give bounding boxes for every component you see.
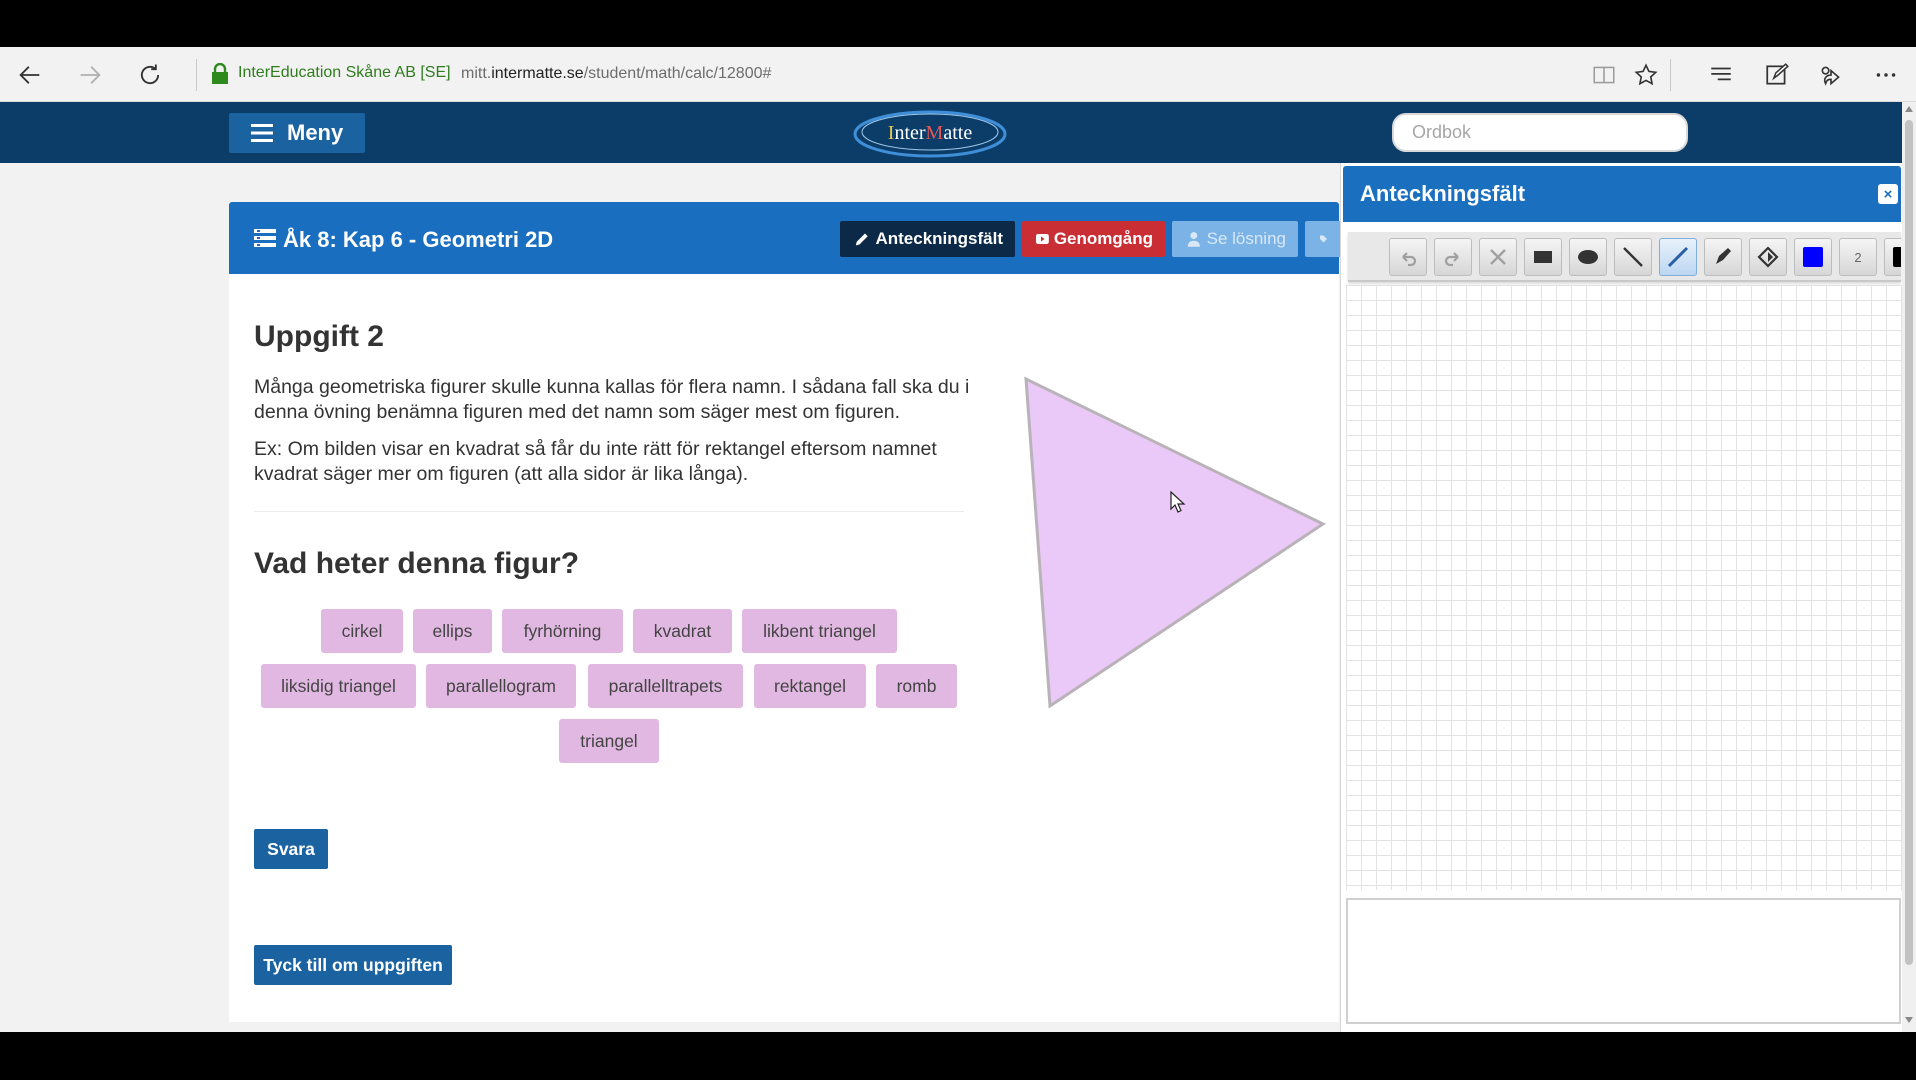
- notes-textarea[interactable]: [1346, 898, 1901, 1024]
- address-bar[interactable]: mitt.intermatte.se/student/math/calc/128…: [461, 65, 771, 83]
- answer-button[interactable]: Svara: [254, 829, 328, 869]
- notes-button-label: Anteckningsfält: [875, 229, 1003, 248]
- line-icon[interactable]: [1614, 238, 1652, 276]
- toolbar-handle: [1353, 238, 1377, 276]
- address-divider: [196, 59, 197, 91]
- back-icon[interactable]: [12, 57, 48, 93]
- rectangle-icon[interactable]: [1524, 238, 1562, 276]
- screen: InterEducation Skåne AB [SE] mitt.interm…: [0, 0, 1916, 1080]
- hamburger-icon: [251, 124, 273, 142]
- task-list-icon: [254, 229, 276, 247]
- share-icon[interactable]: [1815, 59, 1847, 91]
- notes-panel-header: Anteckningsfält ×: [1343, 166, 1901, 222]
- site-identity[interactable]: InterEducation Skåne AB [SE]: [238, 64, 451, 82]
- secondary-color-swatch: [1893, 247, 1901, 267]
- pencil-icon: [855, 233, 868, 246]
- primary-color-swatch: [1803, 247, 1823, 267]
- intermatte-logo[interactable]: InterMatte: [850, 106, 1010, 162]
- notes-button[interactable]: Anteckningsfält: [840, 221, 1015, 257]
- refresh-icon[interactable]: [132, 57, 168, 93]
- logo-letter-i: I: [888, 122, 895, 144]
- tag-icon: [1320, 235, 1327, 243]
- logo-text-first: nter: [894, 122, 925, 144]
- divider: [254, 511, 964, 512]
- option-chip[interactable]: kvadrat: [633, 609, 732, 653]
- video-play-icon: [1036, 234, 1049, 244]
- eraser-icon[interactable]: [1704, 238, 1742, 276]
- scroll-up-icon[interactable]: [1905, 106, 1913, 112]
- lock-icon[interactable]: [210, 63, 230, 85]
- forward-icon[interactable]: [72, 57, 108, 93]
- triangle-shape: [1024, 376, 1327, 709]
- task-paragraph-2: Ex: Om bilden visar en kvadrat så får du…: [254, 438, 937, 485]
- option-chip[interactable]: rektangel: [754, 664, 866, 708]
- ellipse-icon[interactable]: [1569, 238, 1607, 276]
- drawing-toolbar: 2: [1348, 232, 1901, 282]
- color-swatch-icon[interactable]: [1884, 238, 1901, 276]
- question-text: Vad heter denna figur?: [254, 547, 580, 580]
- dictionary-search-input[interactable]: [1392, 113, 1688, 152]
- task-heading: Uppgift 2: [254, 320, 384, 353]
- show-solution-label: Se lösning: [1206, 229, 1286, 248]
- hub-icon[interactable]: [1705, 59, 1737, 91]
- url-domain: intermatte.se: [491, 65, 584, 82]
- menu-button[interactable]: Meny: [229, 113, 365, 153]
- extra-button[interactable]: [1305, 221, 1345, 257]
- favorite-star-icon[interactable]: [1630, 59, 1662, 91]
- logo-letter-m: M: [926, 122, 944, 144]
- review-button[interactable]: Genomgång: [1022, 221, 1165, 257]
- redo-icon[interactable]: [1434, 238, 1472, 276]
- svg-text:InterMatte: InterMatte: [888, 122, 973, 144]
- show-solution-button[interactable]: Se lösning: [1172, 221, 1298, 257]
- scroll-down-icon[interactable]: [1905, 1017, 1913, 1023]
- person-icon: [1187, 232, 1200, 247]
- task-bar: Åk 8: Kap 6 - Geometri 2D Anteckningsfäl…: [229, 202, 1345, 274]
- option-chip[interactable]: triangel: [559, 719, 659, 763]
- more-icon[interactable]: [1870, 59, 1902, 91]
- option-chip[interactable]: cirkel: [321, 609, 403, 653]
- color-swatch-icon[interactable]: [1794, 238, 1832, 276]
- task-paragraph-1: Många geometriska figurer skulle kunna k…: [254, 376, 970, 423]
- toolbar-divider: [1670, 59, 1671, 91]
- option-chip[interactable]: romb: [876, 664, 957, 708]
- logo-text-second: atte: [943, 122, 972, 144]
- fill-icon[interactable]: [1749, 238, 1787, 276]
- drawing-canvas[interactable]: [1346, 285, 1902, 890]
- clear-icon[interactable]: [1479, 238, 1517, 276]
- web-note-icon[interactable]: [1761, 59, 1793, 91]
- option-chip[interactable]: parallellogram: [426, 664, 576, 708]
- url-path: /student/math/calc/12800#: [583, 65, 772, 82]
- reading-view-icon[interactable]: [1588, 59, 1620, 91]
- option-chip[interactable]: ellips: [413, 609, 492, 653]
- feedback-button[interactable]: Tyck till om uppgiften: [254, 945, 452, 985]
- figure-triangle: [1024, 376, 1327, 709]
- scrollbar-thumb[interactable]: [1905, 120, 1913, 965]
- option-chip[interactable]: parallelltrapets: [588, 664, 743, 708]
- page-scrollbar[interactable]: [1902, 102, 1916, 1032]
- menu-label: Meny: [287, 120, 344, 145]
- close-icon[interactable]: ×: [1878, 184, 1898, 204]
- task-title: Åk 8: Kap 6 - Geometri 2D: [283, 227, 554, 252]
- size-icon[interactable]: 2: [1839, 238, 1877, 276]
- option-chip[interactable]: likbent triangel: [742, 609, 897, 653]
- option-chip[interactable]: fyrhörning: [502, 609, 623, 653]
- review-button-label: Genomgång: [1053, 229, 1153, 248]
- mouse-cursor-icon: [1170, 491, 1186, 513]
- option-chip[interactable]: liksidig triangel: [261, 664, 416, 708]
- notes-panel-title: Anteckningsfält: [1360, 181, 1526, 206]
- url-prefix: mitt.: [461, 65, 492, 82]
- browser-toolbar: InterEducation Skåne AB [SE] mitt.interm…: [0, 47, 1916, 102]
- pencil-icon[interactable]: [1659, 238, 1697, 276]
- undo-icon[interactable]: [1389, 238, 1427, 276]
